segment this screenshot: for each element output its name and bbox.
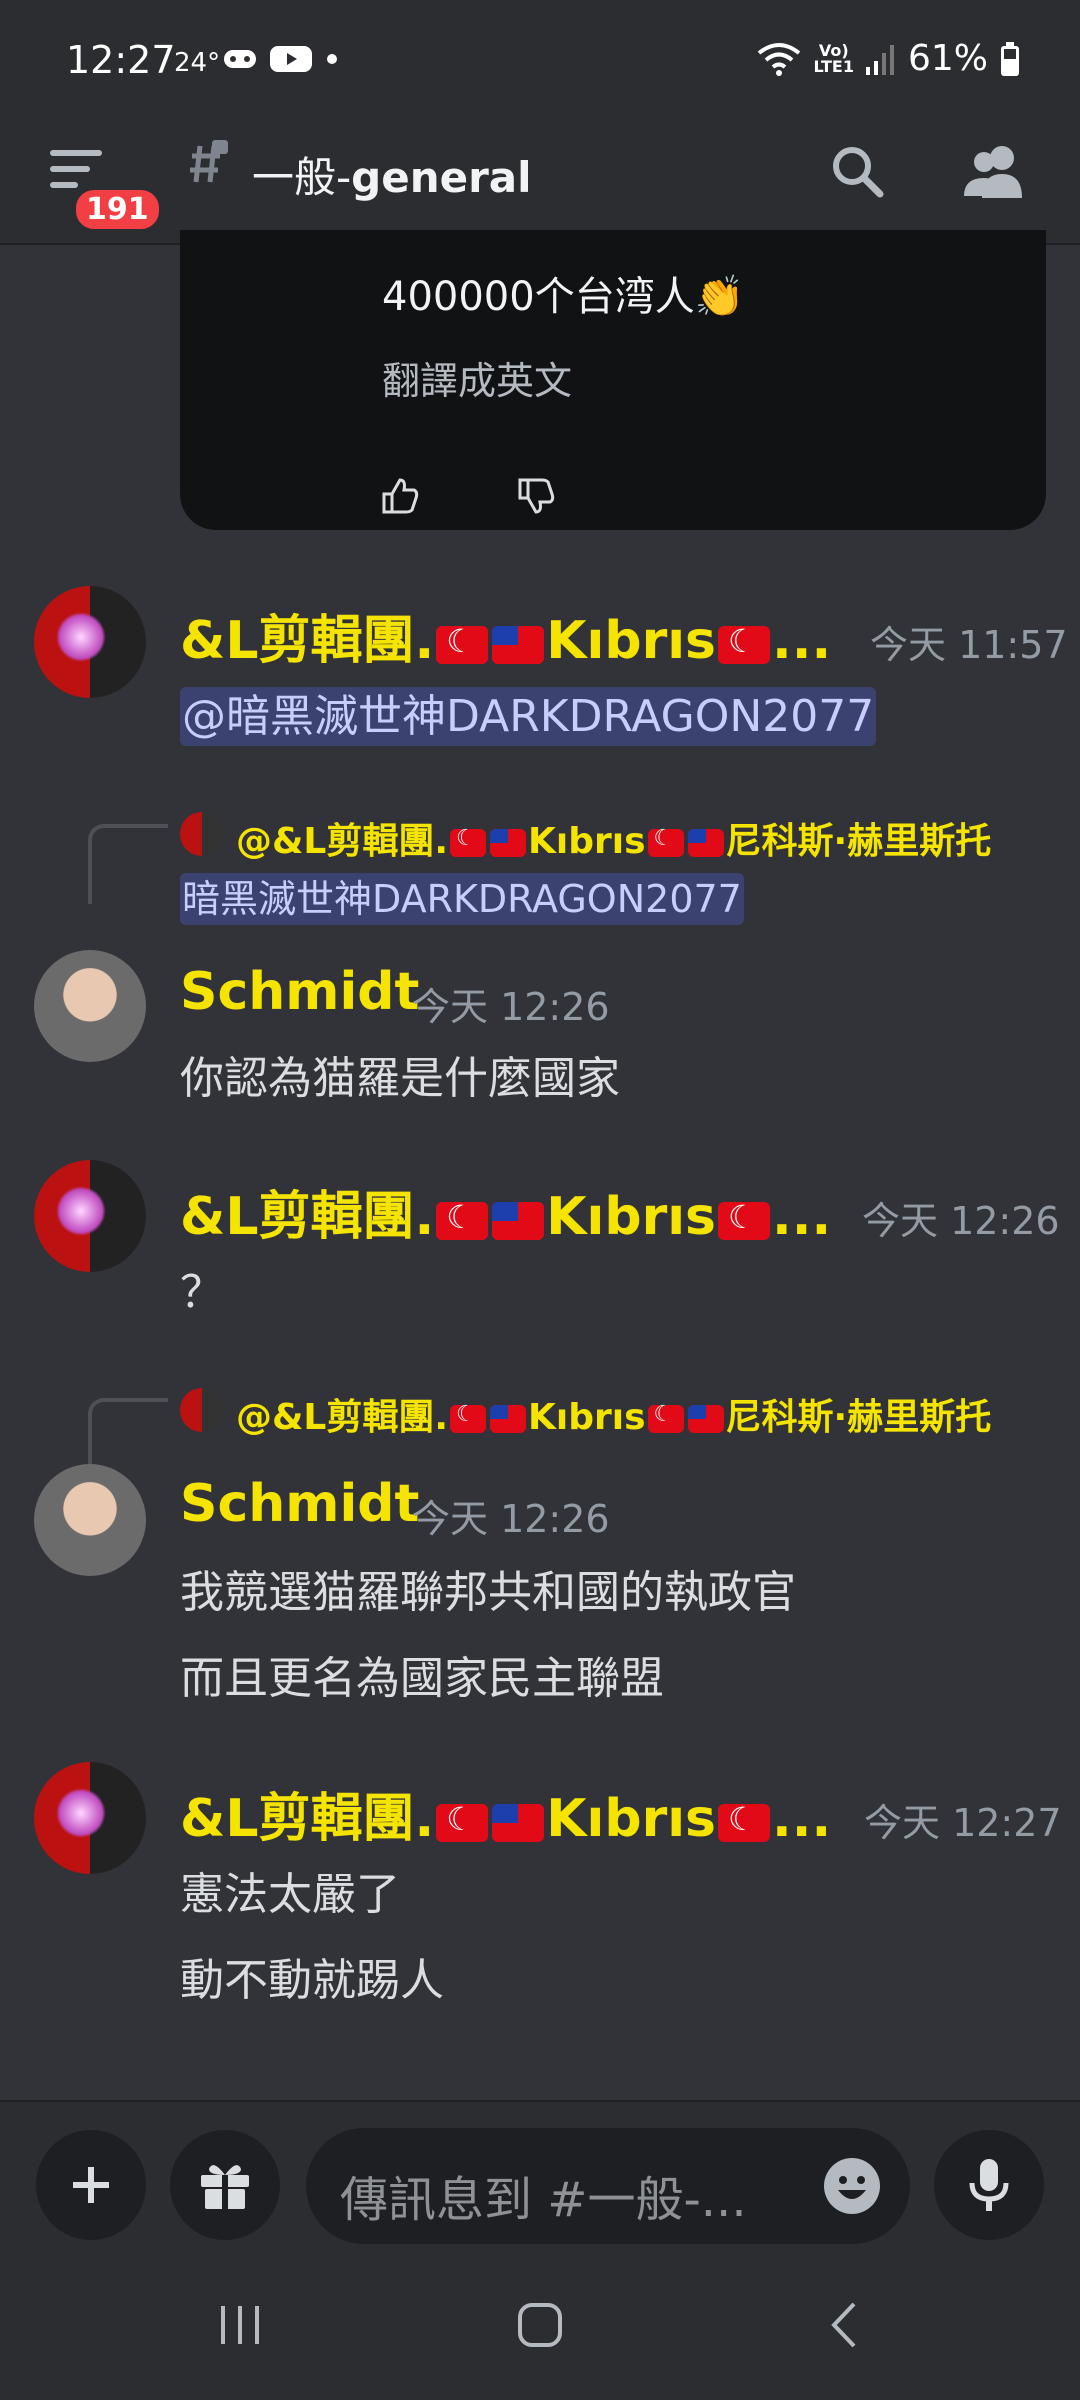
turkey-flag-icon — [647, 1402, 684, 1433]
battery-percent: 61% — [907, 38, 988, 79]
avatar[interactable] — [34, 950, 146, 1062]
message-text: 你認為猫羅是什麼國家 — [180, 1053, 620, 1104]
game-controller-icon — [224, 50, 256, 68]
message-text: @暗黑滅世神DARKDRAGON2077 — [180, 680, 877, 746]
thumbs-down-icon — [518, 478, 555, 514]
add-attachment-button[interactable] — [36, 2130, 146, 2240]
message-text: 而且更名為國家民主聯盟 — [180, 1653, 664, 1704]
taiwan-flag-icon — [490, 829, 527, 857]
embed-translate-link[interactable]: 翻譯成英文 — [382, 350, 572, 405]
turkey-flag-icon — [647, 826, 684, 857]
home-button[interactable] — [500, 2290, 580, 2360]
search-button[interactable] — [828, 142, 898, 212]
recent-apps-button[interactable] — [200, 2290, 280, 2360]
battery-icon — [1001, 41, 1019, 76]
avatar[interactable] — [34, 1762, 146, 1874]
recent-apps-icon — [221, 2306, 259, 2344]
emoji-icon — [824, 2158, 880, 2214]
message-placeholder: 傳訊息到 #一般-... — [340, 2172, 747, 2228]
avatar[interactable] — [34, 1160, 146, 1272]
taiwan-flag-icon — [687, 1405, 724, 1433]
microphone-icon — [969, 2159, 1009, 2211]
emoji-button[interactable] — [822, 2156, 882, 2216]
message-username[interactable]: Schmidt — [180, 1474, 419, 1534]
turkey-flag-icon — [436, 1198, 489, 1240]
message-text: 動不動就踢人 — [180, 1955, 444, 2006]
message-text: 我競選猫羅聯邦共和國的執政官 — [180, 1567, 796, 1618]
embed-text: 400000个台湾人👏 — [382, 274, 745, 320]
avatar[interactable] — [34, 586, 146, 698]
reply-preview[interactable]: @&L剪輯團.Kıbrıs尼科斯·赫里斯托 — [236, 812, 991, 864]
search-icon — [833, 147, 884, 198]
dot-icon — [327, 54, 337, 64]
user-mention[interactable]: 暗黑滅世神DARKDRAGON2077 — [180, 873, 744, 925]
locked-hash-icon — [182, 138, 232, 200]
back-icon — [831, 2302, 856, 2348]
avatar[interactable] — [34, 1464, 146, 1576]
turkey-flag-icon — [718, 1198, 771, 1240]
gift-button[interactable] — [170, 2130, 280, 2240]
gift-icon — [201, 2165, 249, 2209]
volte-icon: Vo) LTE1 — [813, 40, 854, 76]
turkey-flag-icon — [718, 1800, 771, 1842]
taiwan-flag-icon — [687, 829, 724, 857]
status-right: Vo) LTE1 61% — [757, 38, 1020, 79]
taiwan-flag-icon — [492, 626, 545, 664]
reply-avatar — [180, 1388, 224, 1432]
taiwan-flag-icon — [492, 1202, 545, 1240]
home-icon — [518, 2303, 562, 2347]
notification-badge: 191 — [72, 186, 163, 233]
message-text: 憲法太嚴了 — [180, 1869, 400, 1920]
taiwan-flag-icon — [492, 1804, 545, 1842]
back-button[interactable] — [804, 2290, 884, 2360]
message-text: ？ — [180, 1267, 224, 1318]
plus-icon — [73, 2167, 109, 2203]
system-nav-bar — [0, 2250, 1080, 2400]
members-icon — [964, 146, 1022, 198]
message-composer: 傳訊息到 #一般-... — [0, 2100, 1080, 2250]
thumbs-down-button[interactable] — [516, 476, 556, 516]
status-temperature: 24° — [174, 48, 221, 78]
message-timestamp: 今天 12:26 — [412, 985, 610, 1029]
thumbs-up-icon — [382, 478, 419, 514]
voice-message-button[interactable] — [934, 2130, 1044, 2240]
turkey-flag-icon — [436, 622, 489, 664]
message-timestamp: 今天 12:26 — [862, 1199, 1060, 1243]
reply-preview[interactable]: @&L剪輯團.Kıbrıs尼科斯·赫里斯托 — [236, 1388, 991, 1440]
signal-icon — [865, 44, 894, 75]
message-timestamp: 今天 12:27 — [864, 1801, 1062, 1845]
message-username[interactable]: &L剪輯團.Kıbrıs... — [180, 1776, 831, 1851]
turkey-flag-icon — [718, 622, 771, 664]
status-bar: 12:27 24° Vo) LTE1 61% — [0, 0, 1080, 120]
channel-title[interactable]: 一般-general — [252, 144, 532, 205]
taiwan-flag-icon — [490, 1405, 527, 1433]
reply-avatar — [180, 812, 224, 856]
channel-name: general — [351, 153, 532, 202]
message-timestamp: 今天 12:26 — [412, 1497, 610, 1541]
channel-prefix: 一般- — [252, 153, 352, 202]
turkey-flag-icon — [436, 1800, 489, 1842]
reply-connector — [88, 824, 168, 904]
reply-preview-text: 暗黑滅世神DARKDRAGON2077 — [180, 868, 744, 925]
message-username[interactable]: &L剪輯團.Kıbrıs... — [180, 598, 831, 673]
turkey-flag-icon — [450, 826, 487, 857]
status-time: 12:27 — [66, 38, 176, 82]
message-timestamp: 今天 11:57 — [870, 623, 1068, 667]
turkey-flag-icon — [450, 1402, 487, 1433]
youtube-icon — [270, 46, 312, 72]
message-input[interactable]: 傳訊息到 #一般-... — [306, 2128, 910, 2244]
message-username[interactable]: Schmidt — [180, 962, 419, 1022]
message-username[interactable]: &L剪輯團.Kıbrıs... — [180, 1174, 831, 1249]
members-button[interactable] — [962, 142, 1032, 212]
user-mention[interactable]: @暗黑滅世神DARKDRAGON2077 — [180, 687, 877, 746]
status-notification-icons — [222, 44, 340, 74]
channel-header: 191 一般-general — [0, 120, 1080, 245]
thumbs-up-button[interactable] — [380, 476, 420, 516]
wifi-icon — [758, 42, 801, 76]
menu-button[interactable]: 191 — [50, 146, 163, 233]
